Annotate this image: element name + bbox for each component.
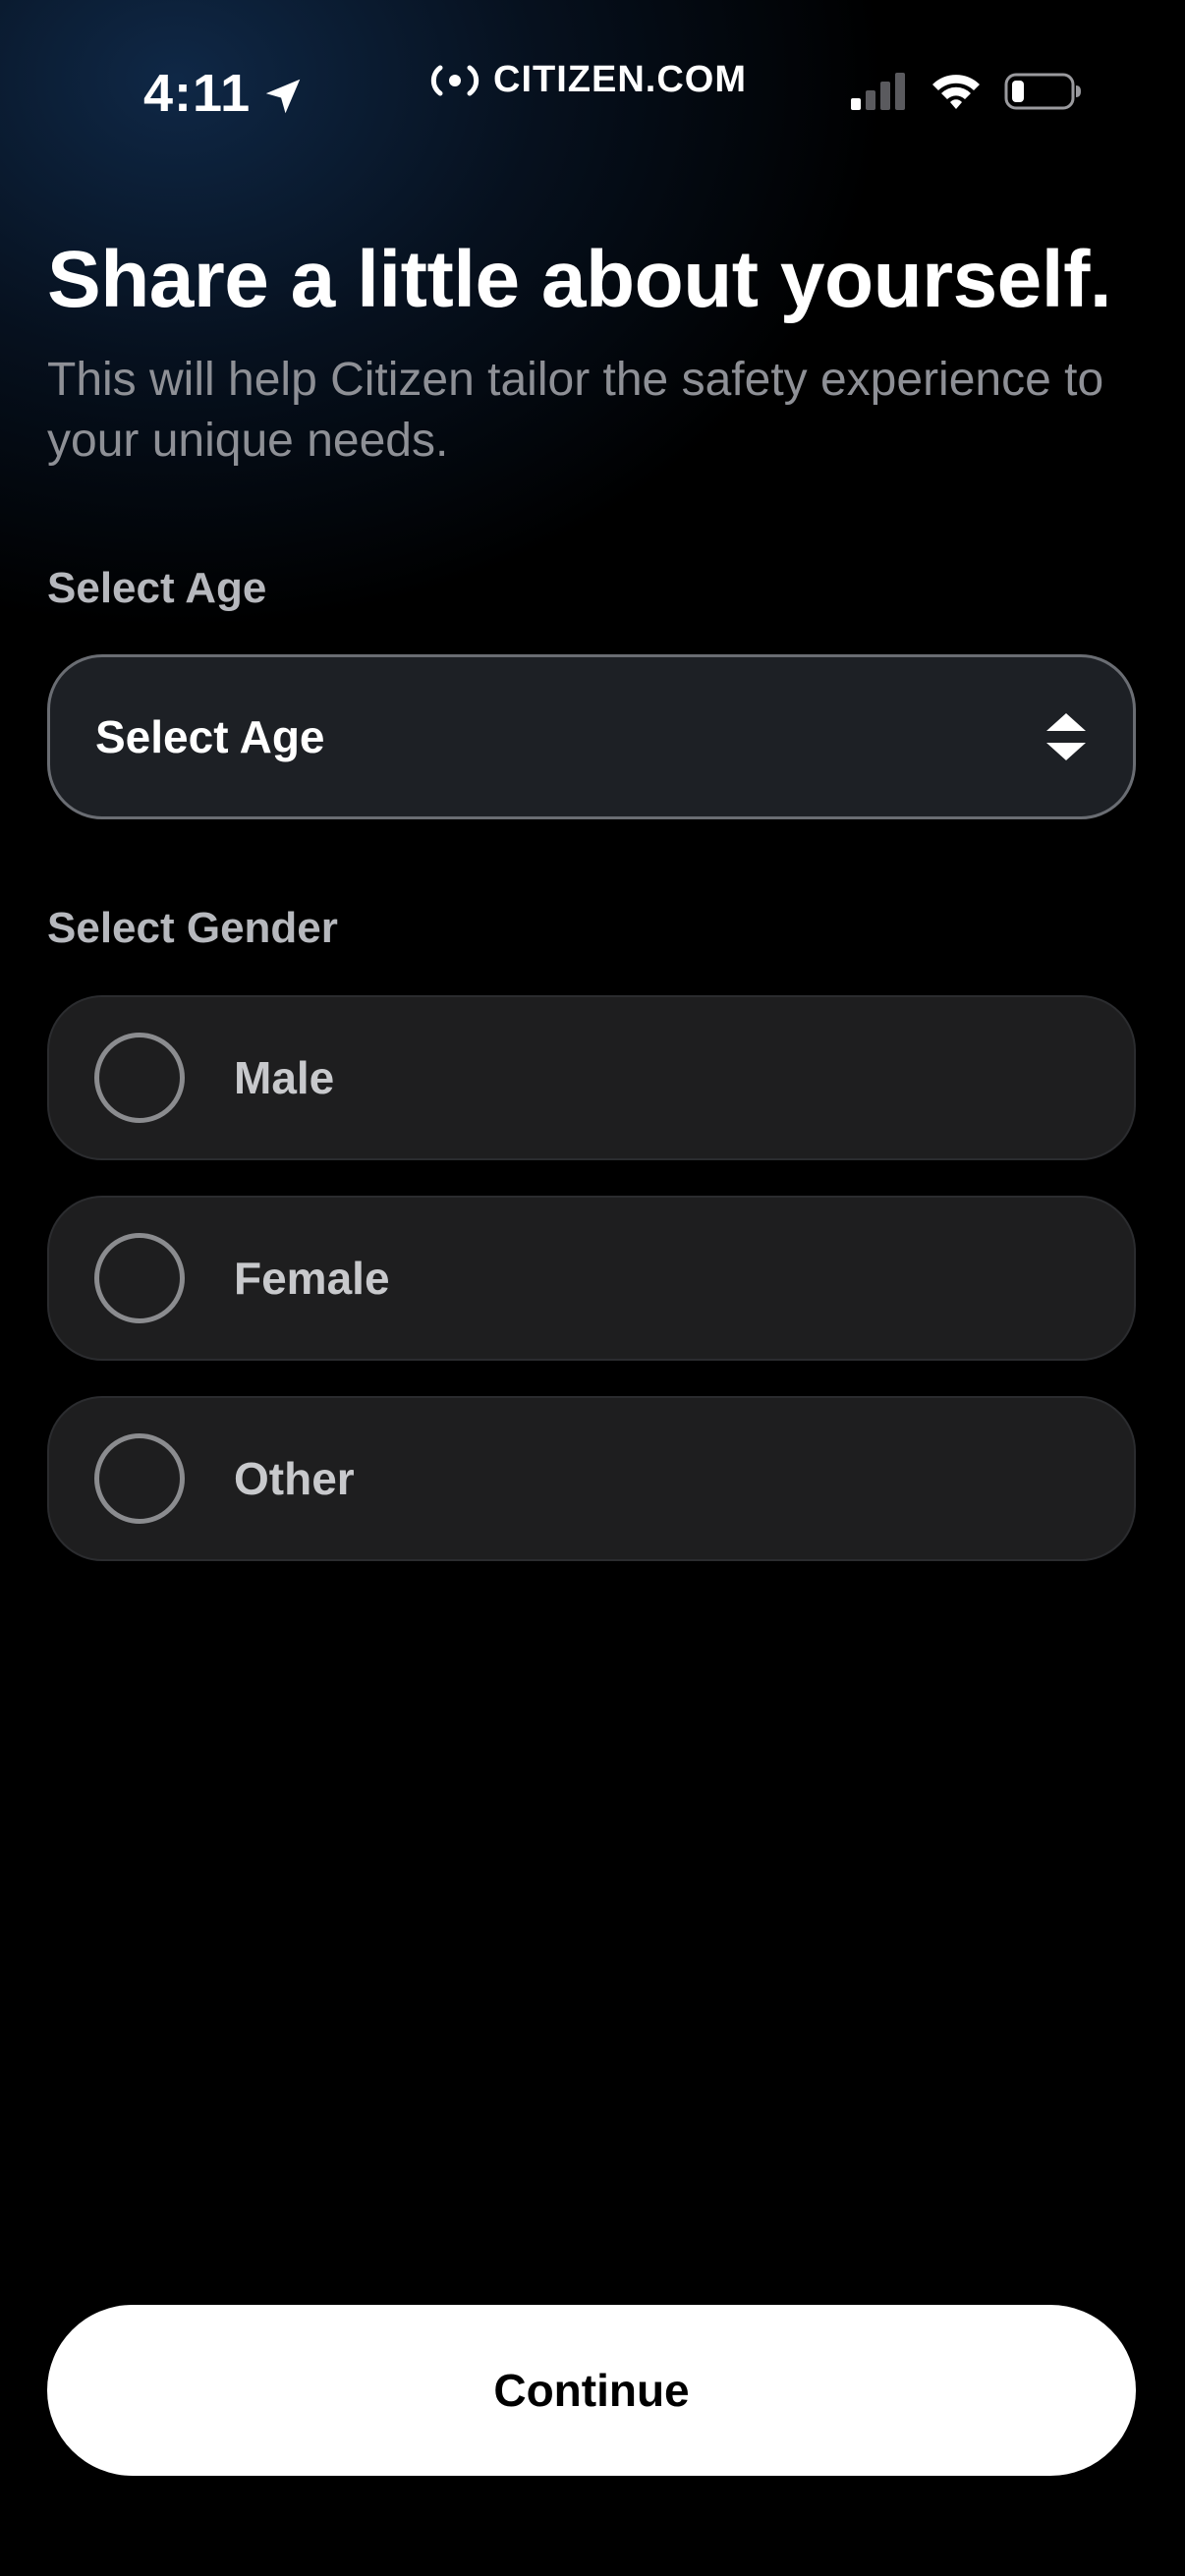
age-section-label: Select Age <box>47 564 267 612</box>
citizen-signal-icon <box>430 65 480 95</box>
age-select-value: Select Age <box>95 711 325 762</box>
gender-option-label: Male <box>234 1052 335 1103</box>
brand-text: CITIZEN.COM <box>493 59 747 100</box>
status-brand[interactable]: CITIZEN.COM <box>428 59 747 101</box>
radio-button-male[interactable] <box>94 1033 185 1123</box>
radio-button-female[interactable] <box>94 1233 185 1323</box>
status-time: 4:11 <box>143 63 306 124</box>
status-bar: 4:11 CITIZEN.COM <box>0 0 1185 187</box>
radio-button-other[interactable] <box>94 1433 185 1524</box>
battery-low-icon <box>1004 73 1081 110</box>
status-time-text: 4:11 <box>143 64 252 123</box>
gender-option-label: Other <box>234 1453 355 1504</box>
age-select[interactable]: Select Age <box>47 654 1136 819</box>
gender-section-label: Select Gender <box>47 904 338 952</box>
page-title: Share a little about yourself. <box>47 235 1112 324</box>
status-indicators <box>849 71 1083 112</box>
gender-option-label: Female <box>234 1253 390 1304</box>
gender-option-male[interactable]: Male <box>47 995 1136 1160</box>
page-subtitle: This will help Citizen tailor the safety… <box>47 354 1104 467</box>
location-arrow-icon <box>265 79 301 114</box>
continue-button[interactable]: Continue <box>47 2305 1136 2476</box>
wifi-icon <box>932 75 980 109</box>
gender-option-female[interactable]: Female <box>47 1196 1136 1361</box>
chevron-up-down-icon <box>1046 713 1086 760</box>
gender-option-other[interactable]: Other <box>47 1396 1136 1561</box>
cellular-signal-icon <box>851 73 905 110</box>
